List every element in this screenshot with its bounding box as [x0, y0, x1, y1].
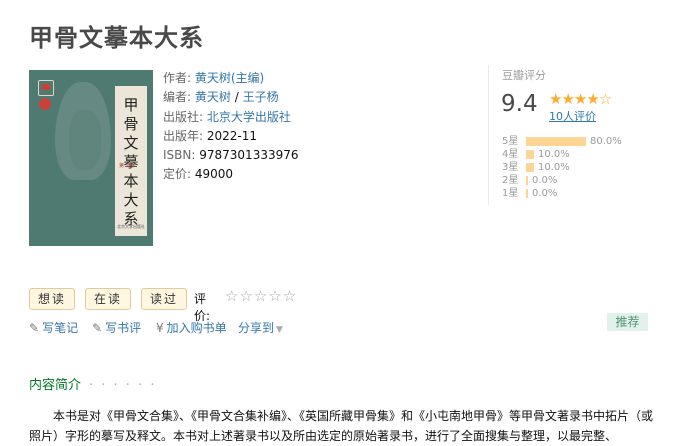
- author-row: 作者: 黄天树(主编): [163, 69, 299, 88]
- publisher-link[interactable]: 北京大学出版社: [207, 110, 291, 124]
- seal-icon: [39, 98, 51, 110]
- isbn-value: 9787301333976: [199, 148, 299, 163]
- reading-button[interactable]: 在读: [85, 288, 131, 310]
- oracle-bone-shadow: [69, 110, 101, 170]
- rating-header: 豆瓣评分: [502, 69, 546, 82]
- write-note-link[interactable]: ✎ 写笔记: [29, 319, 78, 336]
- year-value: 2022-11: [206, 128, 258, 143]
- intro-heading-dots: · · · · · ·: [89, 378, 157, 393]
- isbn-row: ISBN: 9787301333976: [163, 146, 299, 165]
- want-to-read-button[interactable]: 想读: [29, 288, 75, 310]
- publisher-logo: [38, 80, 54, 96]
- price-value: 49000: [194, 167, 234, 182]
- have-read-button[interactable]: 读过: [141, 288, 187, 310]
- price-row: 定价: 49000: [163, 165, 299, 184]
- rating-row-bar: [526, 163, 534, 172]
- rating-row-bar: [526, 137, 586, 146]
- rate-stars-input[interactable]: ☆☆☆☆☆: [225, 287, 297, 305]
- year-label: 出版年:: [163, 128, 204, 143]
- rating-row-label: 1星: [502, 188, 519, 199]
- intro-paragraph: 本书是对《甲骨文合集》、《甲骨文合集补编》、《英国所藏甲骨集》和《小屯南地甲骨》…: [29, 409, 654, 443]
- pencil-icon: ✎: [29, 321, 40, 335]
- author-label: 作者:: [163, 71, 192, 85]
- add-to-cart-label[interactable]: 加入购书单: [167, 321, 227, 335]
- rating-count-link[interactable]: 10人评价: [549, 108, 596, 124]
- rating-row-percent: 0.0%: [532, 175, 558, 186]
- price-label: 定价:: [163, 167, 192, 182]
- write-review-link[interactable]: ✎ 写书评: [92, 319, 141, 336]
- cover-publisher: 北京大学出版社: [117, 224, 145, 229]
- rating-score: 9.4: [501, 91, 538, 117]
- rating-divider: [488, 65, 489, 205]
- cover-volume: 第一冊: [119, 163, 135, 169]
- author-link[interactable]: 黄天树(主编): [195, 71, 264, 85]
- recommend-button[interactable]: 推荐: [607, 313, 648, 331]
- book-info: 作者: 黄天树(主编) 编者: 黄天树 / 王子杨 出版社: 北京大学出版社 出…: [163, 69, 299, 185]
- rating-row-percent: 80.0%: [590, 136, 622, 147]
- pencil-icon: ✎: [92, 321, 103, 335]
- editor-link-2[interactable]: 王子杨: [243, 90, 279, 104]
- isbn-label: ISBN:: [163, 148, 196, 163]
- yen-icon: ¥: [156, 321, 164, 335]
- rating-row-label: 2星: [502, 175, 519, 186]
- intro-text: 本书是对《甲骨文合集》、《甲骨文合集补编》、《英国所藏甲骨集》和《小屯南地甲骨》…: [29, 406, 659, 446]
- rating-row-label: 5星: [502, 136, 519, 147]
- write-note-label[interactable]: 写笔记: [42, 321, 78, 335]
- add-to-cart-link[interactable]: ¥ 加入购书单: [156, 319, 227, 336]
- rating-stars-icon: ★★★★☆: [549, 90, 612, 108]
- cover-title-plate: 甲骨文摹本大系 第一冊 北京大学出版社: [115, 86, 147, 236]
- rating-row-label: 4星: [502, 149, 519, 160]
- editor-label: 编者:: [163, 90, 192, 105]
- share-link[interactable]: 分享到 ▼: [238, 319, 286, 336]
- share-label[interactable]: 分享到: [238, 321, 274, 335]
- rating-row-percent: 0.0%: [532, 188, 558, 199]
- intro-heading-label: 内容简介: [29, 378, 82, 393]
- intro-heading: 内容简介 · · · · · ·: [29, 374, 156, 393]
- page-title: 甲骨文摹本大系: [29, 24, 204, 52]
- editor-separator: /: [230, 90, 243, 105]
- editor-row: 编者: 黄天树 / 王子杨: [163, 88, 299, 107]
- rating-row-label: 3星: [502, 162, 519, 173]
- book-cover[interactable]: 甲骨文摹本大系 第一冊 北京大学出版社: [29, 70, 153, 246]
- chevron-down-icon: ▼: [276, 325, 283, 335]
- editor-link-1[interactable]: 黄天树: [195, 90, 231, 104]
- rating-row-bar: [526, 176, 528, 185]
- rating-row-bar: [526, 189, 528, 198]
- rating-row-percent: 10.0%: [538, 162, 570, 173]
- publisher-row: 出版社: 北京大学出版社: [163, 108, 299, 127]
- year-row: 出版年: 2022-11: [163, 127, 299, 146]
- publisher-label: 出版社:: [163, 109, 204, 124]
- write-review-label[interactable]: 写书评: [105, 321, 141, 335]
- rating-row-bar: [526, 150, 534, 159]
- rating-row-percent: 10.0%: [538, 149, 570, 160]
